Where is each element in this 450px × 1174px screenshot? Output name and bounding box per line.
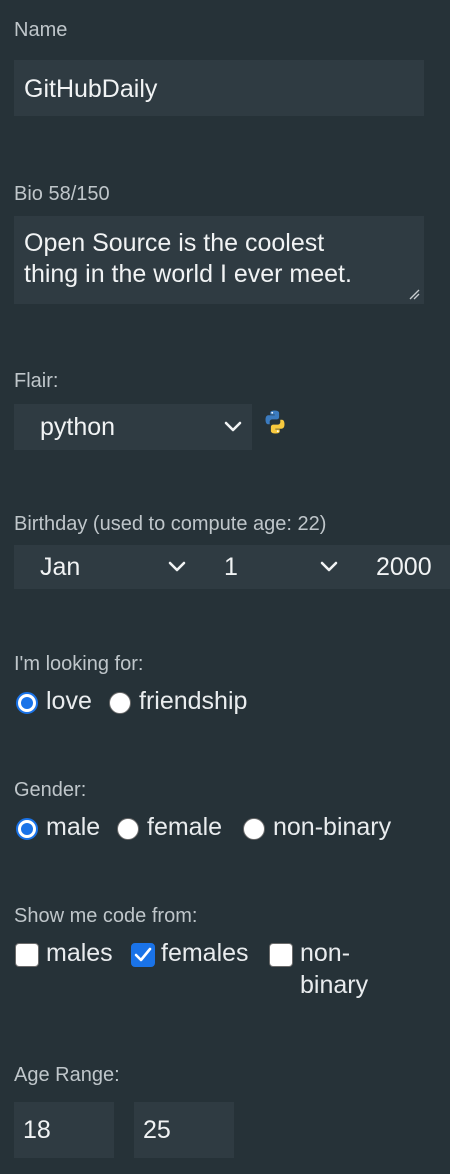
gender-female-label[interactable]: female	[147, 812, 222, 842]
show-me-non-binary-checkbox[interactable]	[269, 943, 293, 967]
birthday-day-value: 1	[224, 553, 238, 581]
birthday-label: Birthday (used to compute age: 22)	[14, 513, 327, 535]
age-range-max-input[interactable]: 25	[134, 1102, 234, 1158]
name-label: Name	[14, 19, 68, 41]
show-me-females-label[interactable]: females	[161, 938, 249, 968]
python-logo-icon	[265, 410, 285, 434]
birthday-month-value: Jan	[40, 553, 81, 581]
age-range-max-value: 25	[143, 1116, 171, 1144]
bio-line-2: thing in the world I ever meet.	[24, 260, 352, 288]
gender-male-label[interactable]: male	[46, 812, 100, 842]
gender-non-binary-radio[interactable]	[243, 818, 265, 840]
looking-for-friendship-label[interactable]: friendship	[139, 686, 247, 716]
birthday-year-value: 2000	[376, 553, 432, 581]
show-me-label: Show me code from:	[14, 905, 198, 927]
gender-female-radio[interactable]	[117, 818, 139, 840]
flair-selected-value: python	[40, 413, 116, 441]
resize-handle-icon[interactable]	[408, 288, 420, 300]
checkmark-icon	[134, 947, 152, 962]
birthday-day-select[interactable]: 1	[200, 545, 352, 589]
age-range-min-value: 18	[23, 1116, 51, 1144]
age-range-label: Age Range:	[14, 1064, 120, 1086]
gender-male-radio[interactable]	[16, 818, 38, 840]
gender-label: Gender:	[14, 779, 87, 801]
chevron-down-icon	[320, 561, 338, 572]
looking-for-friendship-radio[interactable]	[109, 692, 131, 714]
looking-for-love-label[interactable]: love	[46, 686, 92, 716]
flair-select[interactable]: python	[14, 404, 252, 450]
bio-line-1: Open Source is the coolest	[24, 229, 325, 257]
show-me-non-binary-label-line-1[interactable]: non-	[300, 938, 350, 968]
age-range-min-input[interactable]: 18	[14, 1102, 114, 1158]
flair-label: Flair:	[14, 370, 59, 392]
show-me-females-checkbox[interactable]	[131, 943, 155, 967]
birthday-month-select[interactable]: Jan	[14, 545, 200, 589]
bio-textarea[interactable]: Open Source is the coolest thing in the …	[14, 216, 424, 304]
show-me-males-checkbox[interactable]	[15, 943, 39, 967]
show-me-non-binary-label-line-2[interactable]: binary	[300, 970, 368, 1000]
birthday-year-select[interactable]: 2000	[352, 545, 450, 589]
chevron-down-icon	[224, 421, 242, 432]
chevron-down-icon	[168, 561, 186, 572]
looking-for-love-radio[interactable]	[16, 692, 38, 714]
name-value: GitHubDaily	[24, 75, 158, 103]
looking-for-label: I'm looking for:	[14, 653, 144, 675]
gender-non-binary-label[interactable]: non-binary	[273, 812, 391, 842]
show-me-males-label[interactable]: males	[46, 938, 113, 968]
name-input[interactable]: GitHubDaily	[14, 60, 424, 116]
bio-label: Bio 58/150	[14, 183, 110, 205]
